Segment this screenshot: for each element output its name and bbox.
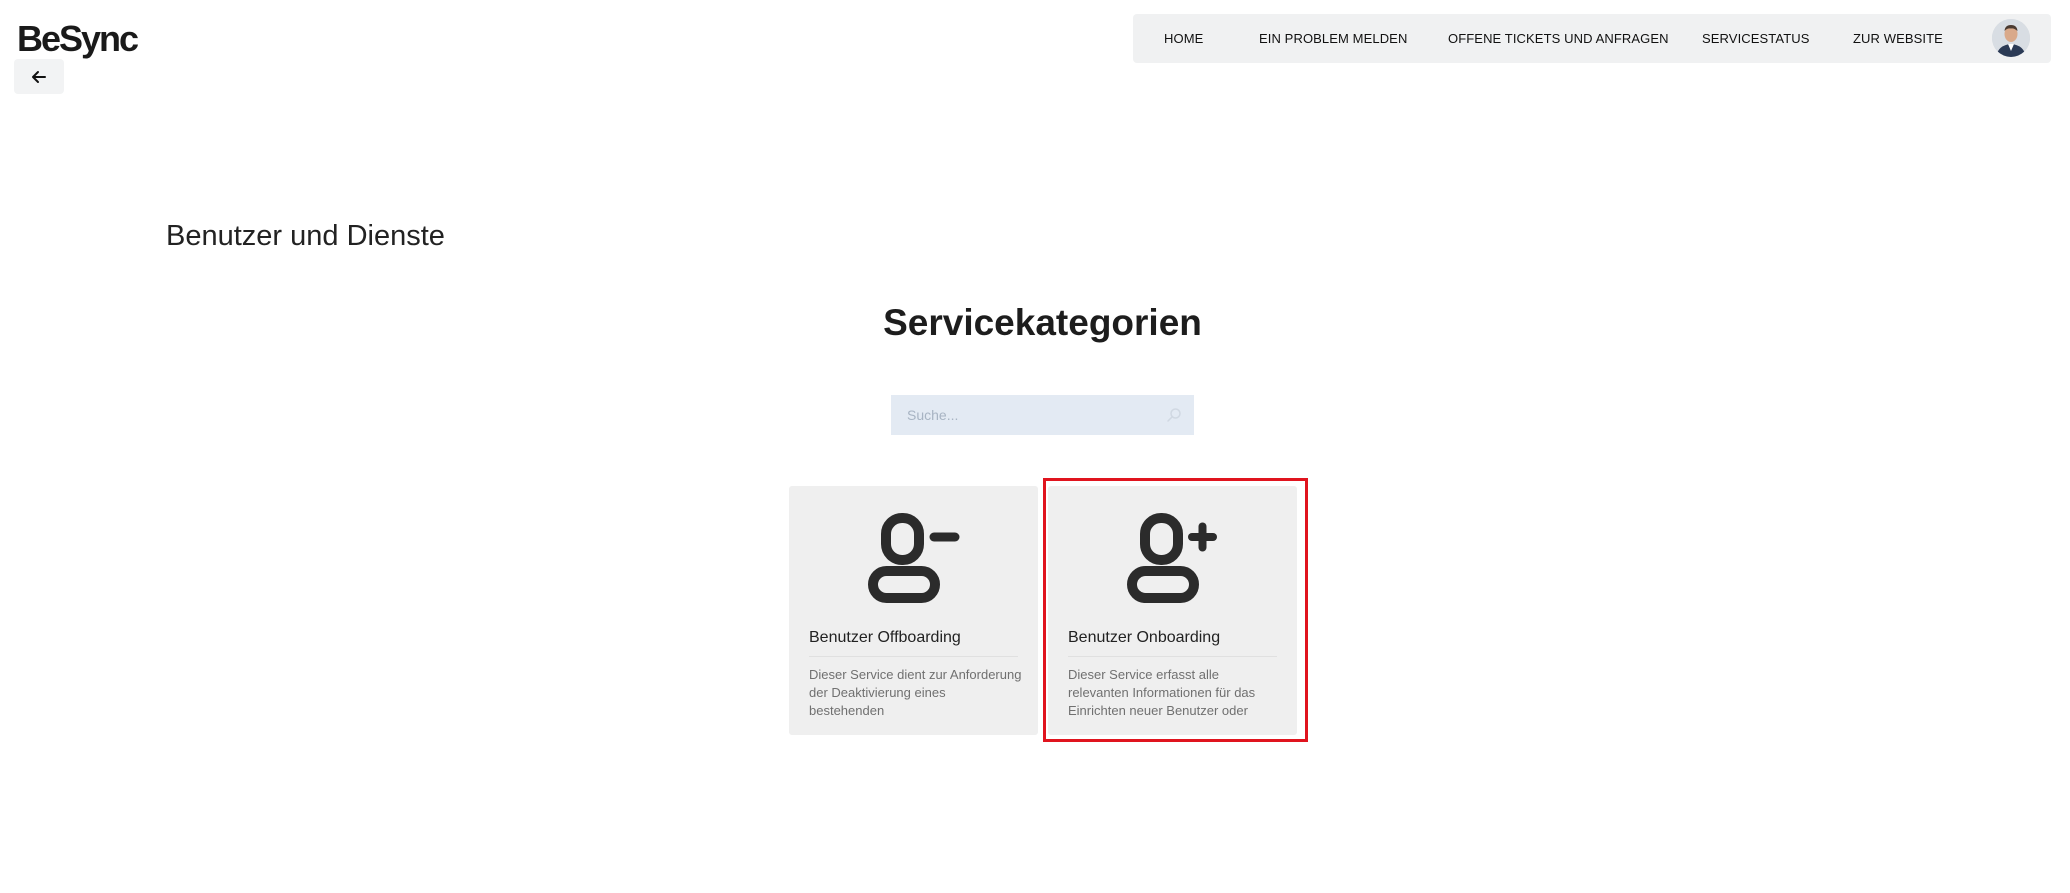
card-description: Dieser Service erfasst alle relevanten I… — [1068, 667, 1256, 718]
card-divider — [809, 656, 1018, 657]
section-title: Servicekategorien — [883, 302, 1202, 343]
nav-report-problem[interactable]: EIN PROBLEM MELDEN — [1259, 14, 1407, 63]
nav-website[interactable]: ZUR WEBSITE — [1853, 14, 1943, 63]
top-navigation: HOME EIN PROBLEM MELDEN OFFENE TICKETS U… — [1133, 14, 2051, 63]
nav-open-tickets[interactable]: OFFENE TICKETS UND ANFRAGEN — [1448, 14, 1669, 63]
besync-logo[interactable]: BeSync — [17, 18, 139, 60]
arrow-left-icon — [32, 70, 46, 83]
user-minus-icon — [868, 513, 960, 603]
search-input[interactable] — [891, 395, 1194, 435]
card-benutzer-offboarding[interactable]: Benutzer Offboarding Dieser Service dien… — [789, 486, 1038, 735]
card-description: Dieser Service dient zur Anforderung der… — [809, 667, 1022, 718]
nav-service-status[interactable]: SERVICESTATUS — [1702, 14, 1810, 63]
card-divider — [1068, 656, 1277, 657]
page: BeSync HOME EIN PROBLEM MELDEN OFFENE TI… — [0, 0, 2070, 893]
search-icon[interactable] — [1166, 407, 1182, 423]
nav-home[interactable]: HOME — [1164, 14, 1203, 63]
user-avatar[interactable] — [1992, 19, 2030, 57]
user-plus-icon — [1127, 513, 1217, 603]
card-benutzer-onboarding[interactable]: Benutzer Onboarding Dieser Service erfas… — [1048, 486, 1297, 735]
card-title: Benutzer Onboarding — [1068, 629, 1221, 646]
card-title: Benutzer Offboarding — [809, 629, 961, 646]
page-title: Benutzer und Dienste — [166, 220, 445, 252]
search-box — [891, 395, 1194, 435]
back-button[interactable] — [14, 59, 64, 94]
avatar-image — [1992, 19, 2030, 57]
